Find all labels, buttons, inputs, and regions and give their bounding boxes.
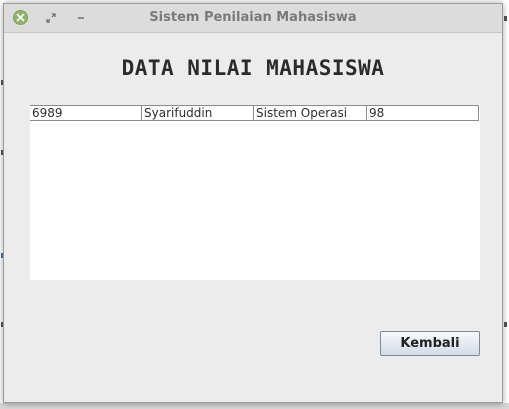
title-bar[interactable]: Sistem Penilaian Mahasiswa: [4, 4, 502, 33]
dialog-window: Sistem Penilaian Mahasiswa DATA NILAI MA…: [3, 3, 503, 403]
cell-name[interactable]: Syarifuddin: [142, 106, 254, 120]
grades-table[interactable]: 6989 Syarifuddin Sistem Operasi 98: [30, 105, 480, 280]
background-text-fragment: [504, 16, 507, 21]
table-row[interactable]: 6989 Syarifuddin Sistem Operasi 98: [30, 105, 479, 121]
cell-course[interactable]: Sistem Operasi: [254, 106, 367, 120]
back-button[interactable]: Kembali: [380, 331, 480, 356]
background-text-fragment: [504, 322, 507, 327]
cell-nim[interactable]: 6989: [30, 106, 142, 120]
background-window-bottom: [0, 403, 509, 409]
page-heading: DATA NILAI MAHASISWA: [121, 56, 385, 80]
window-title: Sistem Penilaian Mahasiswa: [149, 10, 357, 25]
cell-grade[interactable]: 98: [367, 106, 478, 120]
background-window-right: [502, 0, 509, 409]
